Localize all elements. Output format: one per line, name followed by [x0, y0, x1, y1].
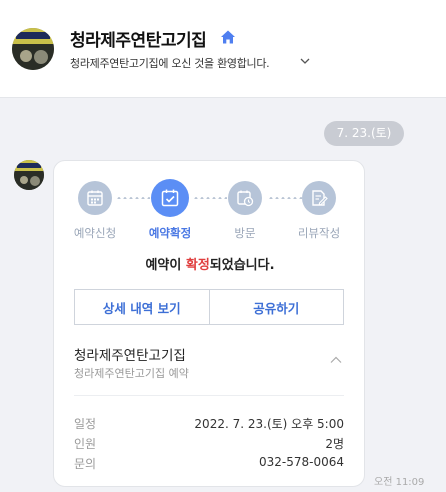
- chevron-down-icon[interactable]: [300, 57, 310, 65]
- step-4-circle: [302, 181, 336, 215]
- info-key: 인원: [74, 437, 97, 451]
- step-connector: [268, 197, 302, 199]
- step-connector: [193, 197, 227, 199]
- step-label: 예약확정: [148, 226, 192, 240]
- info-key: 문의: [74, 457, 97, 471]
- reservation-card: 예약신청 예약확정 방문 리뷰작성 예약이 확정되었습니다. 상세 내역 보기 …: [53, 160, 365, 487]
- detail-button[interactable]: 상세 내역 보기: [75, 290, 209, 324]
- calendar-grid-icon: [87, 190, 103, 206]
- step-3-circle: [228, 181, 262, 215]
- step-label: 방문: [234, 226, 256, 240]
- welcome-text: 청라제주연탄고기집에 오신 것을 환영합니다.: [70, 57, 270, 70]
- home-icon[interactable]: [220, 29, 236, 45]
- shop-name: 청라제주연탄고기집: [74, 348, 186, 364]
- step-label: 리뷰작성: [297, 226, 341, 240]
- confirm-highlight: 확정: [185, 258, 210, 273]
- action-buttons: 상세 내역 보기 공유하기: [74, 289, 344, 325]
- info-value: 2명: [325, 437, 344, 451]
- reservation-steps: 예약신청 예약확정 방문 리뷰작성: [54, 179, 366, 241]
- date-separator: 7. 23.(토): [324, 121, 404, 146]
- calendar-clock-icon: [237, 190, 254, 207]
- message-avatar[interactable]: [14, 160, 44, 190]
- store-title: 청라제주연탄고기집: [70, 31, 207, 51]
- step-label: 예약신청: [73, 226, 117, 240]
- pencil-note-icon: [312, 190, 328, 206]
- info-row-schedule: 일정 2022. 7. 23.(토) 오후 5:00: [74, 415, 344, 435]
- step-connector: [116, 197, 150, 199]
- info-value[interactable]: 032-578-0064: [259, 455, 344, 469]
- shop-subtitle: 청라제주연탄고기집 예약: [74, 367, 189, 380]
- message-timestamp: 오전 11:09: [374, 477, 425, 488]
- store-avatar[interactable]: [12, 28, 54, 70]
- info-key: 일정: [74, 417, 97, 431]
- share-button[interactable]: 공유하기: [208, 290, 343, 324]
- step-2-circle: [151, 179, 189, 217]
- info-row-contact: 문의 032-578-0064: [74, 455, 344, 475]
- confirm-post: 되었습니다.: [209, 258, 275, 273]
- chat-header: 청라제주연탄고기집 청라제주연탄고기집에 오신 것을 환영합니다.: [0, 0, 446, 98]
- confirm-message: 예약이 확정되었습니다.: [54, 254, 366, 273]
- info-value: 2022. 7. 23.(토) 오후 5:00: [194, 417, 344, 431]
- info-row-people: 인원 2명: [74, 435, 344, 455]
- divider: [74, 395, 344, 396]
- confirm-pre: 예약이: [145, 258, 186, 273]
- calendar-check-icon: [161, 189, 179, 207]
- chevron-up-icon[interactable]: [330, 356, 342, 364]
- step-1-circle: [78, 181, 112, 215]
